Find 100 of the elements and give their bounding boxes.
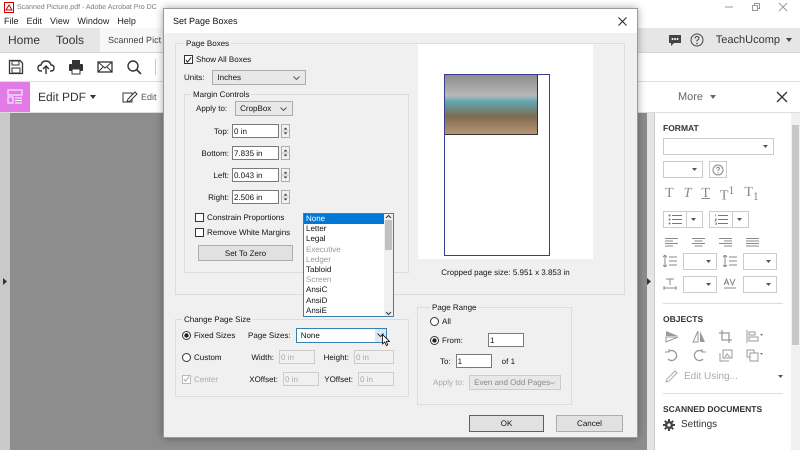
menu-item[interactable]: File	[4, 16, 19, 26]
text-style-button[interactable]: T	[684, 186, 692, 202]
radio-button[interactable]: From:	[430, 336, 482, 344]
menu-item[interactable]: Help	[117, 16, 136, 26]
scrollbar[interactable]	[791, 113, 800, 450]
character-spacing-icon	[723, 278, 737, 290]
align-left-icon[interactable]	[665, 238, 678, 247]
help-icon[interactable]	[690, 33, 704, 47]
cloud-upload-icon[interactable]	[37, 59, 55, 75]
tab[interactable]: Tools	[48, 28, 92, 52]
text-style-button[interactable]: T	[665, 186, 674, 202]
caret-icon	[763, 145, 768, 148]
checkmark-icon	[185, 56, 192, 64]
expand-arrow-icon[interactable]	[647, 278, 651, 285]
rotate-right-icon[interactable]	[692, 348, 706, 362]
chevron-down-icon[interactable]	[384, 310, 393, 316]
restore-icon[interactable]	[751, 2, 761, 12]
menu-item[interactable]: Edit	[26, 16, 42, 26]
expand-arrow-icon[interactable]	[3, 278, 7, 285]
align-right-icon[interactable]	[719, 238, 732, 247]
chevron-up-icon[interactable]	[384, 214, 393, 220]
print-icon[interactable]	[68, 59, 84, 75]
edit-text-icon	[122, 90, 138, 104]
show-all-boxes-checkbox[interactable]: Show All Boxes	[184, 55, 252, 64]
list-option[interactable]: Legal	[304, 234, 384, 245]
tab[interactable]: Home	[0, 28, 48, 52]
mouse-cursor-icon	[382, 334, 390, 346]
field-label: Apply to:	[433, 378, 464, 387]
radio-button[interactable]: All	[430, 317, 488, 326]
remove-margins-checkbox[interactable]: Remove White Margins	[195, 228, 290, 237]
spin-buttons[interactable]	[281, 168, 290, 182]
horizontal-scale-icon	[663, 278, 677, 290]
more-menu[interactable]: More	[678, 91, 716, 103]
align-center-icon[interactable]	[692, 238, 705, 247]
ok-button[interactable]: OK	[469, 415, 544, 432]
set-to-zero-button[interactable]: Set To Zero	[198, 245, 293, 261]
paragraph-spacing-icon	[723, 255, 737, 268]
section-heading: SCANNED DOCUMENTS	[663, 404, 764, 414]
list-option[interactable]: None	[304, 214, 384, 224]
scrollbar-thumb[interactable]	[385, 220, 392, 250]
mail-icon[interactable]	[97, 59, 113, 75]
text-style-button[interactable]: T	[701, 186, 710, 202]
margin-input[interactable]: 0.043 in	[232, 168, 279, 182]
caret-icon	[766, 282, 771, 286]
arrange-icon[interactable]	[746, 348, 764, 362]
align-objects-icon[interactable]	[746, 330, 764, 343]
field-label: Bottom:	[200, 148, 229, 158]
units-dropdown[interactable]: Inches	[212, 70, 306, 85]
edit-pdf-menu[interactable]: Edit PDF	[38, 90, 96, 104]
comment-icon[interactable]	[668, 34, 682, 46]
menu-item[interactable]: View	[50, 16, 70, 26]
list-option[interactable]: AnsiC	[304, 285, 384, 296]
edit-pdf-icon[interactable]	[0, 82, 30, 112]
help-button[interactable]	[709, 161, 727, 178]
section-heading: OBJECTS	[663, 314, 704, 324]
caret-icon	[766, 260, 771, 263]
close-icon[interactable]	[618, 16, 627, 26]
text-style-button[interactable]: T$^{1}$	[720, 184, 734, 205]
margin-input[interactable]: 7.835 in	[232, 146, 279, 160]
chevron-icon	[376, 333, 384, 337]
save-icon[interactable]	[8, 59, 24, 75]
scrollbar[interactable]	[384, 214, 393, 316]
list-option[interactable]: AnsiD	[304, 296, 384, 306]
menu-item[interactable]: Window	[77, 16, 110, 26]
spin-buttons[interactable]	[281, 124, 290, 138]
gear-icon	[663, 418, 675, 431]
from-page-input[interactable]: 1	[488, 333, 524, 347]
section-heading: FORMAT	[663, 123, 700, 133]
list-option[interactable]: Tabloid	[304, 264, 384, 276]
search-icon[interactable]	[126, 59, 142, 75]
account-menu[interactable]: TeachUcomp	[712, 34, 796, 46]
caret-icon	[692, 168, 697, 171]
replace-image-icon[interactable]	[719, 348, 733, 362]
mirror-icon[interactable]	[692, 330, 706, 343]
field-label: Left:	[212, 170, 229, 180]
spin-buttons[interactable]	[281, 146, 290, 160]
numbered-list-button[interactable]	[709, 210, 749, 228]
spin-buttons[interactable]	[281, 190, 290, 204]
justify-icon[interactable]	[746, 238, 759, 247]
list-option[interactable]: Letter	[304, 224, 384, 234]
apply-to-dropdown[interactable]: CropBox	[235, 101, 294, 116]
caret-icon	[691, 218, 696, 221]
edit-button[interactable]: Edit	[122, 90, 157, 104]
close-icon[interactable]	[776, 91, 788, 103]
to-page-input[interactable]: 1	[456, 354, 492, 368]
radio-button[interactable]: Custom	[182, 352, 240, 362]
margin-input[interactable]: 0 in	[232, 124, 279, 138]
radio-button[interactable]: Fixed Sizes	[182, 330, 240, 340]
crop-icon[interactable]	[719, 330, 733, 343]
rotate-left-icon[interactable]	[665, 348, 679, 362]
constrain-proportions-checkbox[interactable]: Constrain Proportions	[195, 213, 284, 222]
flip-icon[interactable]	[665, 330, 679, 343]
text-style-button[interactable]: T$_{1}$	[744, 185, 759, 204]
caret-icon	[706, 282, 711, 286]
cancel-button[interactable]: Cancel	[556, 415, 623, 432]
settings-link[interactable]: Settings	[681, 419, 718, 430]
bullet-list-button[interactable]	[663, 210, 703, 228]
margin-input[interactable]: 2.506 in	[232, 190, 279, 204]
field-label: Units:	[184, 73, 204, 82]
list-option[interactable]: AnsiE	[304, 306, 384, 316]
